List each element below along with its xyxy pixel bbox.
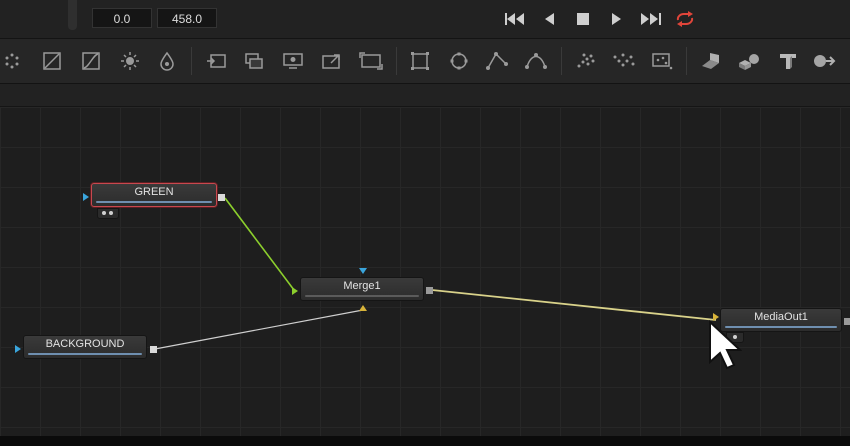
node-label: GREEN — [134, 186, 174, 198]
play-forward-button[interactable] — [605, 9, 629, 29]
curves-tool-button[interactable] — [79, 49, 103, 73]
renderer-3d-icon — [814, 55, 836, 67]
pimage-tool-button[interactable] — [650, 49, 674, 73]
blur-tool-button[interactable] — [155, 49, 179, 73]
skip-to-start-button[interactable] — [503, 9, 527, 29]
transform-tool-button[interactable] — [320, 49, 344, 73]
droplet-icon — [160, 51, 174, 71]
curves-icon — [82, 52, 100, 70]
particle-image-icon — [652, 53, 673, 70]
mediaout1-output-port[interactable] — [844, 318, 850, 325]
mouse-pointer-icon — [709, 320, 742, 370]
prender-tool-button[interactable] — [612, 49, 636, 73]
transform-icon — [322, 54, 340, 69]
background-output-port[interactable] — [150, 346, 157, 353]
node-progress-bar — [305, 295, 419, 297]
connections-layer — [154, 197, 717, 350]
shape-3d-tool-button[interactable] — [698, 49, 722, 73]
node-flow-editor[interactable]: GREEN Merge1 BACKGROUND MediaOut1 — [0, 107, 850, 436]
rectangle-mask-tool-button[interactable] — [408, 49, 432, 73]
media-out-tool-button[interactable] — [281, 49, 305, 73]
wire-background-to-merge1[interactable] — [154, 309, 364, 350]
rectangle-icon — [411, 52, 429, 70]
brightness-contrast-tool-button[interactable] — [118, 49, 142, 73]
skip-to-end-button[interactable] — [639, 9, 663, 29]
toolbar-separator — [686, 47, 687, 75]
node-progress-bar — [28, 353, 142, 355]
transport-controls — [503, 8, 697, 30]
loop-icon — [676, 11, 694, 27]
green-output-port[interactable] — [218, 194, 225, 201]
toolbar-separator — [396, 47, 397, 75]
loader-tool-button[interactable] — [204, 49, 228, 73]
pemitter-tool-button[interactable] — [574, 49, 598, 73]
time-ruler-bar: 0.0 458.0 — [0, 0, 850, 39]
node-green[interactable]: GREEN — [91, 183, 217, 207]
color-corrector-icon — [43, 52, 61, 70]
merge1-background-input[interactable] — [359, 305, 367, 311]
text-3d-tool-button[interactable] — [776, 49, 800, 73]
merge1-effect-mask-input[interactable] — [359, 268, 367, 274]
node-label: BACKGROUND — [45, 338, 125, 350]
background-input-port[interactable] — [15, 345, 21, 353]
bspline-icon — [525, 53, 547, 69]
toolbar-separator — [191, 47, 192, 75]
plane-3d-icon — [702, 53, 719, 69]
resize-icon — [359, 52, 383, 70]
stop-icon — [577, 13, 589, 25]
toolbar-separator — [561, 47, 562, 75]
text-3d-icon — [780, 54, 796, 69]
particles-tool-button[interactable] — [0, 49, 24, 73]
status-bar — [0, 436, 850, 446]
ellipse-icon — [450, 52, 468, 70]
node-label: Merge1 — [343, 280, 381, 292]
polygon-icon — [486, 52, 508, 70]
stop-button[interactable] — [571, 9, 595, 29]
wire-merge1-to-mediaout1[interactable] — [431, 289, 717, 321]
color-corrector-tool-button[interactable] — [40, 49, 64, 73]
wire-green-to-merge1[interactable] — [224, 197, 295, 291]
monitor-icon — [283, 53, 303, 69]
renderer-3d-tool-button[interactable] — [812, 49, 836, 73]
tool-toolbar — [0, 39, 850, 84]
merge-layers-icon — [245, 53, 263, 69]
merge1-foreground-input[interactable] — [292, 287, 298, 295]
resize-tool-button[interactable] — [359, 49, 383, 73]
global-start-time-field[interactable]: 0.0 — [92, 8, 152, 28]
play-reverse-button[interactable] — [537, 9, 561, 29]
ellipse-mask-tool-button[interactable] — [447, 49, 471, 73]
shapes-3d-icon — [739, 54, 759, 70]
play-reverse-icon — [545, 13, 554, 25]
merge-tool-button[interactable] — [242, 49, 266, 73]
particle-emitter-icon — [577, 53, 595, 68]
skip-to-end-icon — [641, 13, 661, 25]
node-progress-bar — [96, 201, 212, 203]
merge-3d-tool-button[interactable] — [737, 49, 761, 73]
global-end-time-field[interactable]: 458.0 — [157, 8, 217, 28]
merge1-output-port[interactable] — [426, 287, 433, 294]
node-merge1[interactable]: Merge1 — [300, 277, 424, 301]
scrollbar-handle[interactable] — [68, 0, 77, 30]
particle-render-icon — [613, 53, 635, 67]
skip-to-start-icon — [505, 13, 524, 25]
polygon-mask-tool-button[interactable] — [485, 49, 509, 73]
bspline-mask-tool-button[interactable] — [524, 49, 548, 73]
play-forward-icon — [612, 13, 621, 25]
particles-icon — [5, 53, 19, 69]
green-input-port[interactable] — [83, 193, 89, 201]
brightness-icon — [121, 52, 139, 70]
loop-button[interactable] — [673, 9, 697, 29]
node-background[interactable]: BACKGROUND — [23, 335, 147, 359]
flow-header-bar — [0, 84, 850, 107]
view-indicator-buttons[interactable] — [97, 208, 119, 219]
loader-icon — [207, 54, 226, 68]
